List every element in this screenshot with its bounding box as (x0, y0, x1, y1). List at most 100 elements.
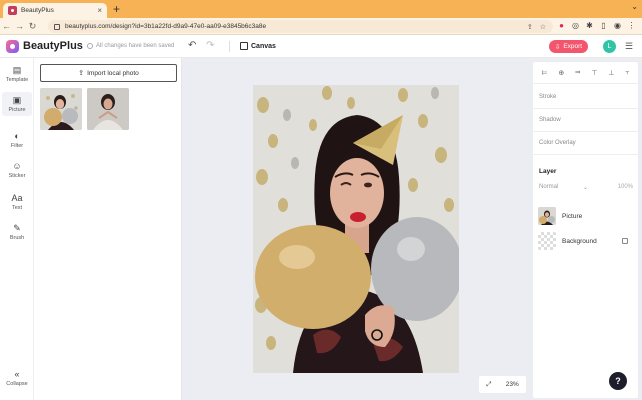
party-girl-photo[interactable] (253, 85, 459, 373)
upload-icon: ⇪ (78, 70, 85, 77)
opacity-field[interactable]: 100% (599, 180, 633, 194)
align-middle-icon[interactable]: ⫟ (625, 69, 629, 77)
rail-item-label: Brush (9, 235, 25, 241)
rail-item-label: Picture (8, 107, 26, 113)
download-icon: ⇩ (554, 43, 561, 51)
sidepanel-icon[interactable]: ▯ (598, 20, 609, 31)
zoom-level[interactable]: 23% (506, 381, 519, 388)
portrait-photo-thumbnail-image (87, 88, 129, 130)
layer-thumbnail (538, 207, 556, 225)
undo-icon[interactable]: ↶ (188, 40, 196, 51)
layer-name: Picture (562, 212, 583, 220)
photo-thumbnail[interactable] (40, 88, 82, 130)
browser-tab[interactable]: BeautyPlus × (3, 3, 107, 18)
opacity-value: 100% (617, 184, 633, 190)
save-status-text: All changes have been saved (96, 43, 175, 49)
rail-item-label: Text (11, 205, 23, 211)
canvas-stage[interactable]: ⤢ 23% (182, 58, 531, 400)
sticker-icon: ☺ (12, 161, 22, 171)
app-header: BeautyPlus All changes have been saved ↶… (0, 35, 642, 58)
collapse-label: Collapse (6, 381, 28, 387)
zoom-control[interactable]: ⤢ 23% (479, 376, 526, 393)
new-tab-button[interactable]: + (113, 2, 120, 16)
rail-item-brush[interactable]: ✎ Brush (2, 220, 32, 244)
canvas-button[interactable]: Canvas (240, 42, 276, 50)
color-overlay-row[interactable]: Color Overlay (533, 132, 638, 155)
text-icon: Aa (11, 193, 23, 203)
picture-icon: ▣ (12, 95, 22, 105)
pinterest-extension-icon[interactable]: ● (556, 20, 567, 31)
user-avatar[interactable]: L (603, 40, 616, 53)
align-bottom-icon[interactable]: ⊥ (608, 69, 614, 77)
app-menu-icon[interactable]: ☰ (625, 41, 633, 52)
beautyplus-favicon-icon (8, 6, 17, 15)
extension-icon[interactable]: ◎ (570, 20, 581, 31)
puzzle-extension-icon[interactable]: ✱ (584, 20, 595, 31)
export-button-label: Export (563, 43, 583, 50)
brush-icon: ✎ (13, 223, 21, 233)
artboard[interactable] (253, 85, 459, 373)
profile-icon[interactable]: ◉ (612, 20, 623, 31)
picture-panel: ⇪ Import local photo (35, 58, 182, 400)
url-text[interactable]: beautyplus.com/design?id=3b1a22fd-d9a9-4… (65, 23, 527, 30)
saved-check-icon (87, 43, 93, 49)
color-overlay-label: Color Overlay (539, 140, 576, 146)
import-local-photo-button[interactable]: ⇪ Import local photo (40, 64, 177, 82)
stroke-row[interactable]: Stroke (533, 86, 638, 109)
brand-name: BeautyPlus (23, 40, 83, 52)
forward-icon[interactable]: → (13, 21, 26, 31)
rail-item-template[interactable]: ▤ Template (2, 62, 32, 86)
bookmark-star-icon[interactable]: ☆ (540, 23, 546, 31)
rail-item-label: Filter (10, 143, 24, 149)
address-bar[interactable]: beautyplus.com/design?id=3b1a22fd-d9a9-4… (48, 20, 553, 33)
rail-item-text[interactable]: Aa Text (2, 190, 32, 214)
align-left-icon[interactable]: ⊨ (541, 69, 547, 77)
shadow-row[interactable]: Shadow (533, 109, 638, 132)
properties-panel: ⊨ ⊕ ⫤ ⊤ ⊥ ⫟ Stroke Shadow Color Overlay … (531, 58, 642, 400)
stroke-label: Stroke (539, 94, 557, 100)
browser-tab-title: BeautyPlus (21, 7, 54, 14)
align-top-icon[interactable]: ⊤ (591, 69, 597, 77)
chevron-down-icon: ⌄ (582, 184, 588, 191)
layer-title: Layer (539, 168, 557, 175)
lock-icon[interactable] (622, 238, 628, 244)
browser-menu-icon[interactable]: ⋮ (626, 20, 637, 31)
help-button[interactable]: ? (609, 372, 627, 390)
header-divider (229, 41, 230, 52)
rail-item-label: Sticker (8, 173, 26, 179)
save-status: All changes have been saved (87, 43, 174, 49)
photo-thumbnail[interactable] (87, 88, 129, 130)
tool-rail: ▤ Template ▣ Picture ◐ Filter ☺ Sticker … (0, 58, 34, 400)
import-button-label: Import local photo (87, 69, 139, 77)
layer-item-background[interactable]: Background (533, 230, 638, 252)
layer-picture-thumbnail-image (538, 207, 556, 225)
party-photo-thumbnail-image (40, 88, 82, 130)
browser-tab-bar: BeautyPlus × + ⌄ (0, 0, 642, 18)
layer-item-picture[interactable]: Picture (533, 205, 638, 227)
properties-card: ⊨ ⊕ ⫤ ⊤ ⊥ ⫟ Stroke Shadow Color Overlay … (533, 62, 638, 398)
collapse-button[interactable]: « Collapse (2, 366, 32, 390)
layer-name: Background (562, 237, 597, 245)
shadow-label: Shadow (539, 117, 561, 123)
close-tab-icon[interactable]: × (97, 6, 102, 15)
align-right-icon[interactable]: ⫤ (575, 69, 580, 77)
back-icon[interactable]: ← (0, 21, 13, 31)
lock-icon (54, 23, 60, 30)
redo-icon[interactable]: ↷ (206, 40, 214, 51)
window-controls-icon[interactable]: ⌄ (631, 2, 638, 11)
rail-item-filter[interactable]: ◐ Filter (2, 128, 32, 152)
fit-screen-icon[interactable]: ⤢ (486, 381, 491, 389)
align-center-icon[interactable]: ⊕ (558, 69, 564, 77)
export-button[interactable]: ⇩ Export (549, 40, 588, 53)
canvas-button-label: Canvas (251, 42, 276, 50)
rail-item-sticker[interactable]: ☺ Sticker (2, 158, 32, 182)
share-icon[interactable]: ⇪ (527, 23, 533, 31)
rail-item-label: Template (5, 77, 29, 83)
template-icon: ▤ (12, 65, 22, 75)
collapse-icon: « (14, 369, 20, 379)
filter-icon: ◐ (14, 131, 20, 141)
blend-mode-select[interactable]: Normal ⌄ (539, 180, 590, 194)
rail-item-picture[interactable]: ▣ Picture (2, 92, 32, 116)
canvas-icon (240, 42, 248, 50)
reload-icon[interactable]: ↻ (26, 21, 39, 32)
